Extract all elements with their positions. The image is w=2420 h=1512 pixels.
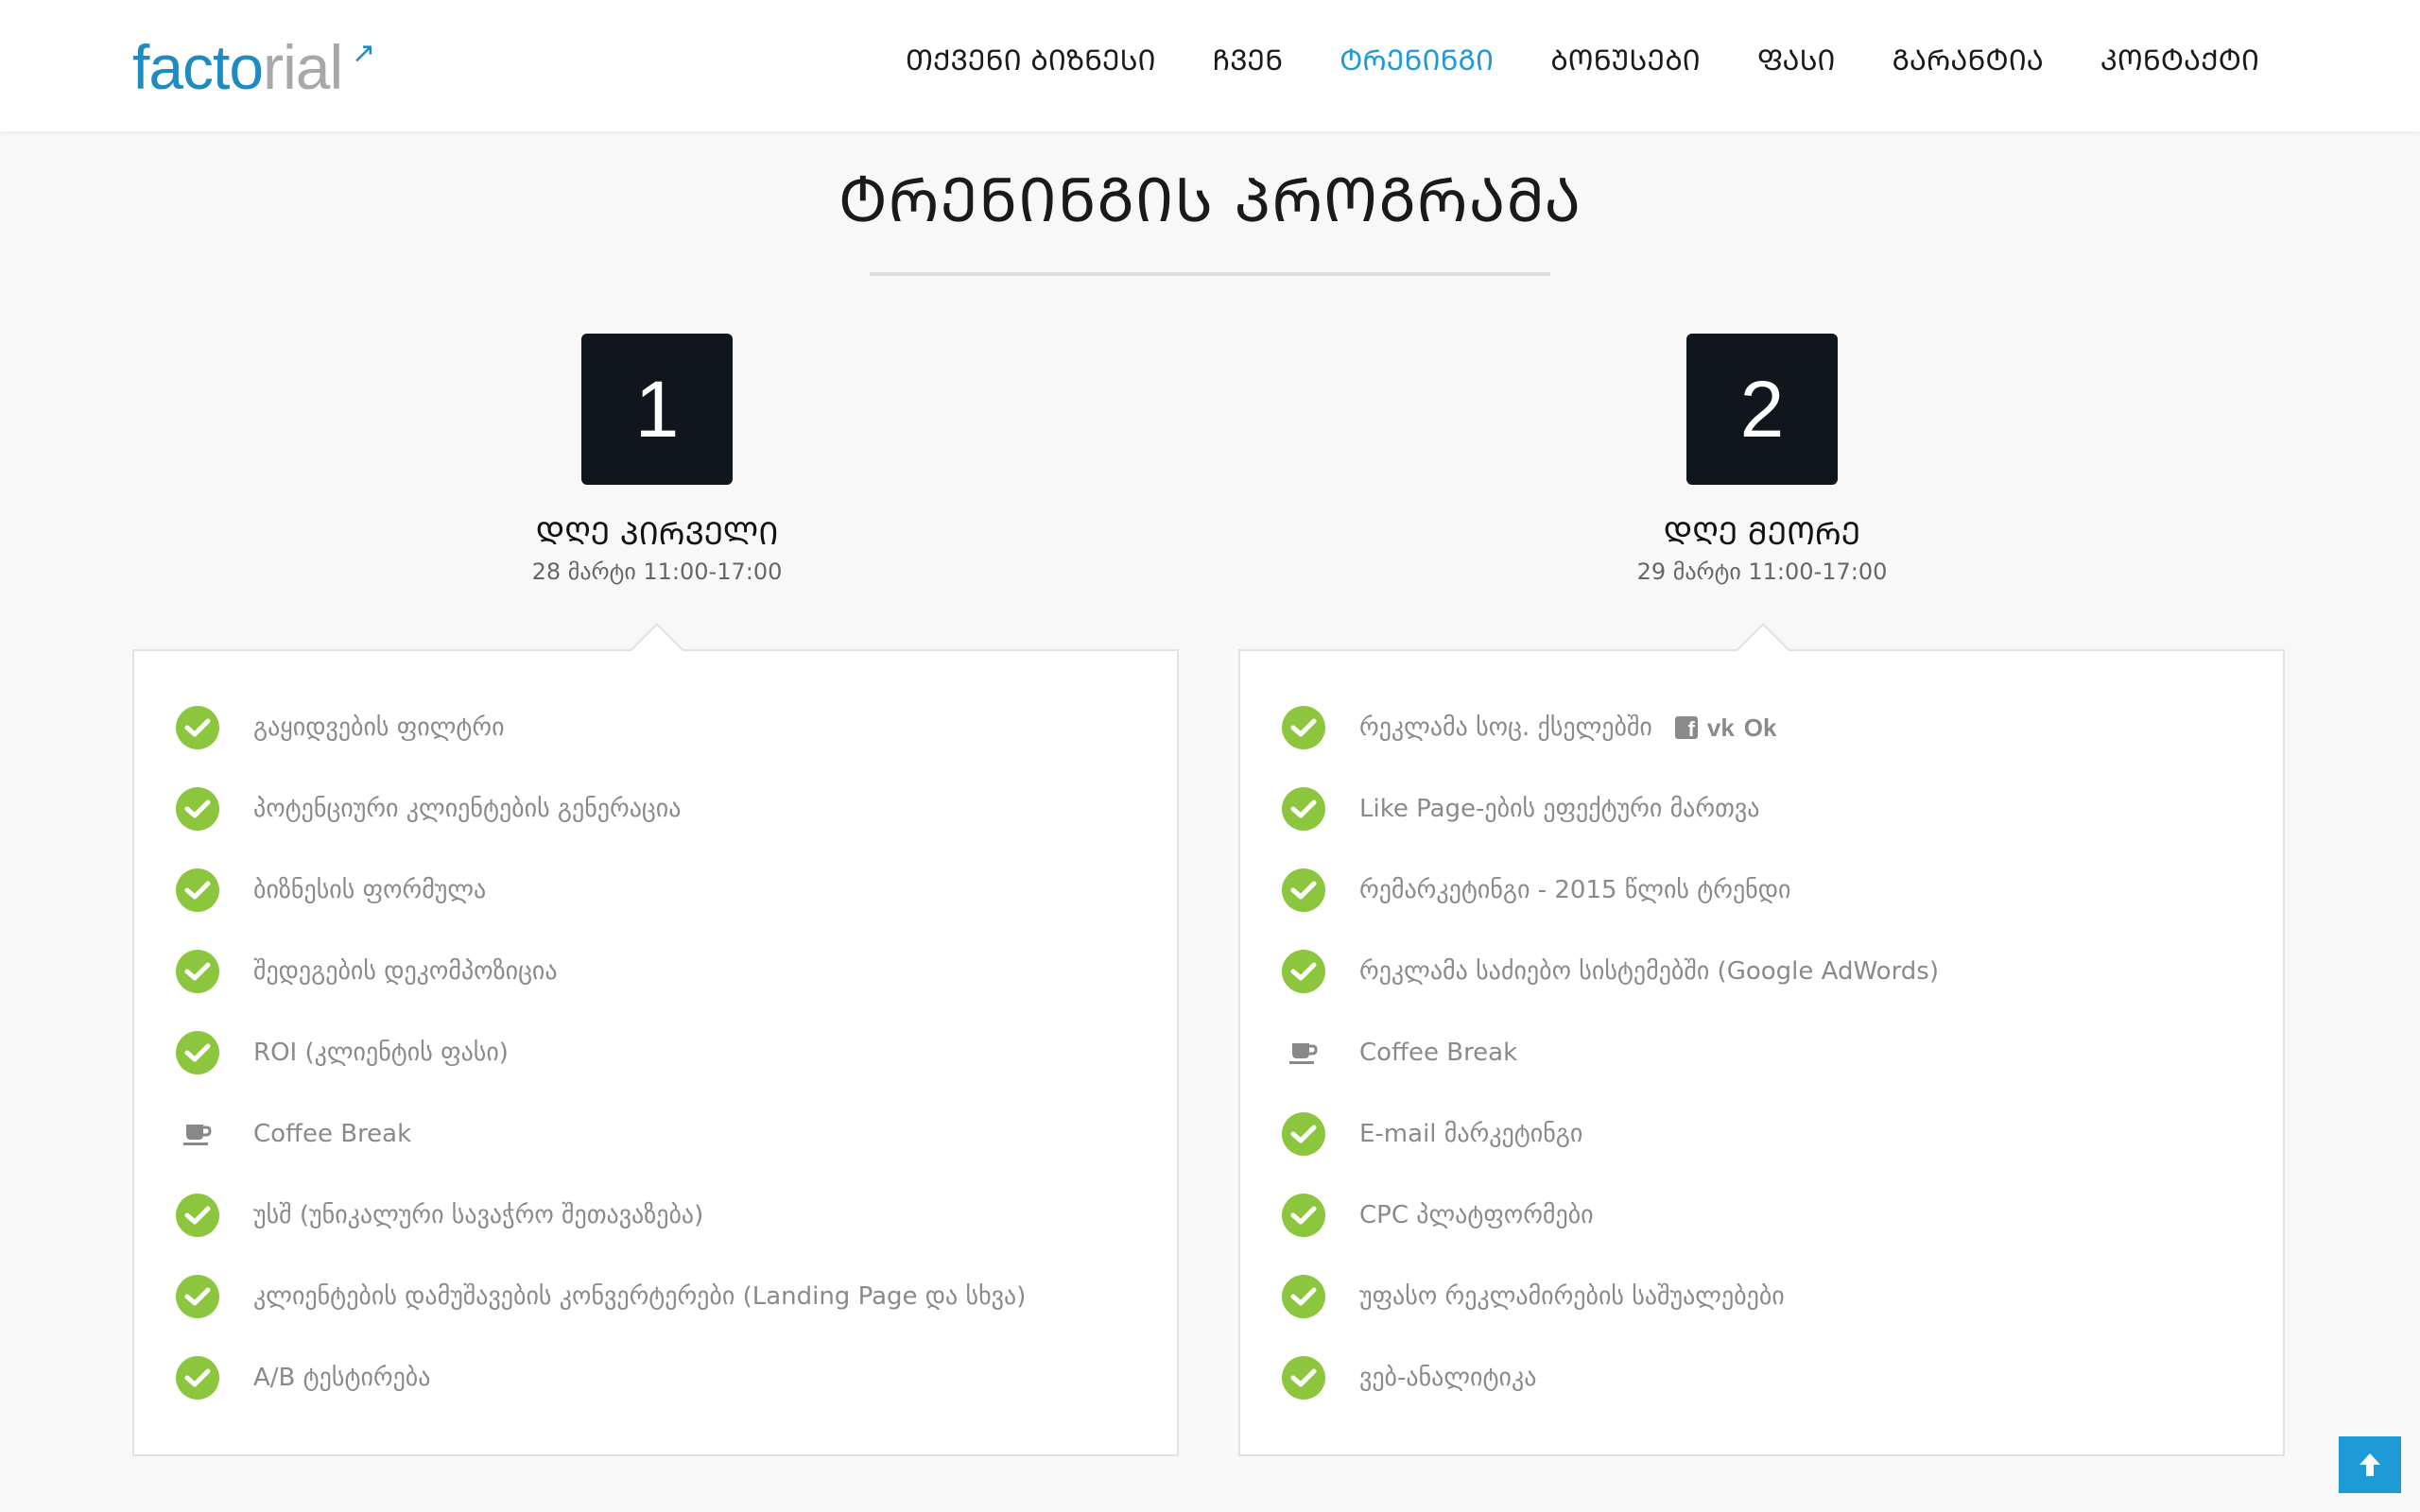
day-2-header: 2 ᲓᲦᲔ ᲛᲔᲝᲠᲔ 29 მარტი 11:00-17:00 — [1526, 334, 1998, 587]
nav-item-guarantee[interactable]: ᲒᲐᲠᲐᲜᲢᲘᲐ — [1892, 36, 2043, 87]
logo-text-rest: rial — [263, 32, 343, 102]
check-icon — [176, 706, 219, 749]
check-icon — [176, 1031, 219, 1074]
day-1-program-card: გაყიდვების ფილტრი პოტენციური კლიენტების … — [132, 623, 1179, 1456]
coffee-cup-icon — [1282, 1031, 1325, 1074]
day-2-items: რეკლამა სოც. ქსელებში f vk Ok Like Page-ები… — [1282, 687, 1939, 1418]
nav-item-price[interactable]: ᲤᲐᲡᲘ — [1757, 36, 1836, 87]
check-icon — [176, 950, 219, 993]
nav-item-contact[interactable]: ᲙᲝᲜᲢᲐᲥᲢᲘ — [2100, 36, 2259, 87]
day-2-title: ᲓᲦᲔ ᲛᲔᲝᲠᲔ — [1663, 515, 1861, 552]
list-item: კლიენტების დამუშავების კონვერტერები (Lan… — [176, 1256, 1026, 1337]
item-text: რეკლამა სოც. ქსელებში f vk Ok — [1359, 713, 1776, 743]
list-item: გაყიდვების ფილტრი — [176, 687, 1026, 768]
day-1-header: 1 ᲓᲦᲔ ᲞᲘᲠᲕᲔᲚᲘ 28 მარტი 11:00-17:00 — [421, 334, 893, 587]
main-nav: ᲗᲥᲕᲔᲜᲘ ᲑᲘᲖᲜᲔᲡᲘ ᲩᲕᲔᲜ ᲢᲠᲔᲜᲘᲜᲒᲘ ᲑᲝᲜᲣᲡᲔᲑᲘ ᲤᲐ… — [906, 36, 2259, 87]
day-1-title: ᲓᲦᲔ ᲞᲘᲠᲕᲔᲚᲘ — [535, 515, 779, 552]
day-1-items: გაყიდვების ფილტრი პოტენციური კლიენტების … — [176, 687, 1026, 1418]
factorial-logo[interactable]: factorial ↗ — [132, 32, 375, 102]
check-icon — [176, 1194, 219, 1237]
item-text: Coffee Break — [253, 1120, 412, 1148]
day-2-number-box: 2 — [1686, 334, 1838, 485]
social-icons: f vk Ok — [1674, 713, 1777, 743]
item-text: A/B ტესტირება — [253, 1364, 431, 1392]
vk-icon[interactable]: vk — [1707, 713, 1735, 743]
item-text: რემარკეტინგი - 2015 წლის ტრენდი — [1359, 876, 1791, 904]
check-icon — [176, 868, 219, 912]
item-text: ROI (კლიენტის ფასი) — [253, 1039, 509, 1067]
check-icon — [1282, 1356, 1325, 1400]
day-2-program-card: რეკლამა სოც. ქსელებში f vk Ok Like Page-ები… — [1238, 623, 2285, 1456]
page-title: ᲢᲠᲔᲜᲘᲜᲒᲘᲡ ᲞᲠᲝᲒᲠᲐᲛᲐ — [838, 166, 1582, 236]
item-text: CPC პლატფორმები — [1359, 1201, 1594, 1229]
facebook-icon[interactable]: f — [1674, 716, 1698, 739]
nav-item-us[interactable]: ᲩᲕᲔᲜ — [1213, 36, 1284, 87]
list-item: ვებ-ანალიტიკა — [1282, 1337, 1939, 1418]
check-icon — [1282, 787, 1325, 831]
list-item: A/B ტესტირება — [176, 1337, 1026, 1418]
list-item: Coffee Break — [176, 1093, 1026, 1175]
check-icon — [176, 1275, 219, 1318]
item-text: უფასო რეკლამირების საშუალებები — [1359, 1282, 1785, 1311]
item-text: უსშ (უნიკალური სავაჭრო შეთავაზება) — [253, 1201, 704, 1229]
list-item: უფასო რეკლამირების საშუალებები — [1282, 1256, 1939, 1337]
list-item: ROI (კლიენტის ფასი) — [176, 1012, 1026, 1093]
nav-item-bonuses[interactable]: ᲑᲝᲜᲣᲡᲔᲑᲘ — [1550, 36, 1701, 87]
day-1-number-box: 1 — [581, 334, 733, 485]
day-2-date: 29 მარტი 11:00-17:00 — [1636, 558, 1888, 585]
check-icon — [1282, 1194, 1325, 1237]
coffee-cup-icon — [176, 1112, 219, 1156]
check-icon — [176, 787, 219, 831]
list-item: შედეგების დეკომპოზიცია — [176, 931, 1026, 1012]
logo-text-main: fact — [132, 32, 230, 102]
arrow-up-icon — [2360, 1453, 2380, 1476]
list-item: CPC პლატფორმები — [1282, 1175, 1939, 1256]
item-text: ვებ-ანალიტიკა — [1359, 1364, 1537, 1392]
item-text: Like Page-ების ეფექტური მართვა — [1359, 795, 1760, 823]
logo-text-mid: o — [229, 32, 264, 102]
item-text: შედეგების დეკომპოზიცია — [253, 957, 558, 986]
list-item: რემარკეტინგი - 2015 წლის ტრენდი — [1282, 850, 1939, 931]
item-text: E-mail მარკეტინგი — [1359, 1120, 1583, 1148]
item-text: პოტენციური კლიენტების გენერაცია — [253, 795, 682, 823]
list-item: Like Page-ების ეფექტური მართვა — [1282, 768, 1939, 850]
check-icon — [1282, 950, 1325, 993]
check-icon — [1282, 1275, 1325, 1318]
list-item: რეკლამა საძიებო სისტემებში (Google AdWor… — [1282, 931, 1939, 1012]
list-item: E-mail მარკეტინგი — [1282, 1093, 1939, 1175]
site-header: factorial ↗ ᲗᲥᲕᲔᲜᲘ ᲑᲘᲖᲜᲔᲡᲘ ᲩᲕᲔᲜ ᲢᲠᲔᲜᲘᲜᲒᲘ… — [0, 0, 2420, 131]
item-text: რეკლამა საძიებო სისტემებში (Google AdWor… — [1359, 957, 1939, 986]
list-item: პოტენციური კლიენტების გენერაცია — [176, 768, 1026, 850]
nav-item-our-business[interactable]: ᲗᲥᲕᲔᲜᲘ ᲑᲘᲖᲜᲔᲡᲘ — [906, 36, 1156, 87]
item-text: ბიზნესის ფორმულა — [253, 876, 487, 904]
logo-arrow-icon: ↗ — [352, 38, 375, 69]
check-icon — [1282, 868, 1325, 912]
list-item: ბიზნესის ფორმულა — [176, 850, 1026, 931]
day-1-date: 28 მარტი 11:00-17:00 — [531, 558, 783, 585]
list-item: რეკლამა სოც. ქსელებში f vk Ok — [1282, 687, 1939, 768]
nav-item-training[interactable]: ᲢᲠᲔᲜᲘᲜᲒᲘ — [1340, 36, 1494, 87]
item-text: გაყიდვების ფილტრი — [253, 713, 505, 742]
item-text: კლიენტების დამუშავების კონვერტერები (Lan… — [253, 1282, 1027, 1311]
list-item: Coffee Break — [1282, 1012, 1939, 1093]
list-item: უსშ (უნიკალური სავაჭრო შეთავაზება) — [176, 1175, 1026, 1256]
item-text-label: რეკლამა სოც. ქსელებში — [1359, 713, 1652, 742]
check-icon — [1282, 1112, 1325, 1156]
odnoklassniki-icon[interactable]: Ok — [1744, 713, 1777, 743]
item-text: Coffee Break — [1359, 1039, 1518, 1067]
title-divider — [870, 272, 1550, 276]
scroll-to-top-button[interactable] — [2339, 1436, 2401, 1493]
check-icon — [176, 1356, 219, 1400]
check-icon — [1282, 706, 1325, 749]
